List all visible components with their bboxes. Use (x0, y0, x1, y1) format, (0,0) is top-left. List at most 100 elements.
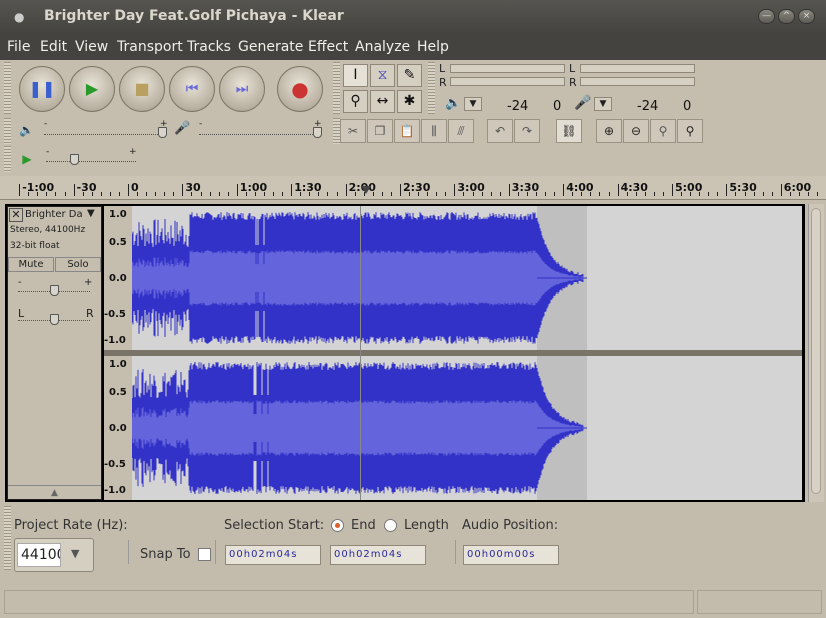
toolbar-grip[interactable] (4, 62, 11, 114)
track-menu-arrow-icon[interactable]: ▼ (87, 208, 95, 219)
toolbar-grip[interactable] (4, 506, 11, 570)
status-bar (0, 588, 826, 618)
ruler-minor-tick (110, 192, 111, 196)
menu-tracks[interactable]: Tracks (187, 39, 231, 55)
window-title: Brighter Day Feat.Golf Pichaya - Klear (44, 8, 344, 24)
scrollbar-thumb[interactable] (811, 208, 821, 494)
selection-end-time[interactable]: 00h02m04s (330, 545, 426, 565)
undo-button[interactable]: ↶ (487, 119, 513, 143)
zoom-tool[interactable]: ⚲ (343, 90, 368, 113)
input-volume-slider[interactable] (199, 134, 321, 135)
trim-icon: ⫼ (431, 124, 437, 138)
ruler-minor-tick (427, 192, 428, 196)
toolbar-grip[interactable] (333, 118, 340, 144)
toolbar-grip[interactable] (4, 146, 11, 172)
play-at-speed-button[interactable]: ▶ (14, 147, 40, 171)
collapse-track-button[interactable]: ▲ (8, 485, 101, 499)
play-speed-slider[interactable] (46, 161, 136, 162)
menu-view[interactable]: View (75, 39, 108, 55)
envelope-tool[interactable]: ⧖ (370, 64, 395, 87)
scale-label: -0.5 (104, 459, 126, 470)
meter-scale: -24 (637, 99, 659, 114)
sync-lock-button[interactable]: ⛓ (556, 119, 582, 143)
pause-button[interactable]: ❚❚ (19, 66, 65, 112)
toolbar-grip[interactable] (333, 62, 340, 114)
multi-tool-icon: ✱ (403, 93, 416, 109)
fit-project-button[interactable]: ⚲ (677, 119, 703, 143)
output-volume-thumb[interactable] (158, 127, 167, 138)
menu-help[interactable]: Help (417, 39, 449, 55)
close-button[interactable]: × (798, 9, 815, 24)
end-radio[interactable] (331, 519, 344, 532)
record-meter-left (580, 64, 695, 73)
play-head-marker[interactable] (361, 186, 371, 194)
project-rate-input[interactable]: 44100 (17, 543, 61, 567)
length-radio[interactable] (384, 519, 397, 532)
slider-min: - (46, 147, 50, 157)
zoom-in-button[interactable]: ⊕ (596, 119, 622, 143)
audio-position-time[interactable]: 00h00m00s (463, 545, 559, 565)
project-rate-combo[interactable]: 44100 ▼ (14, 538, 94, 572)
paste-icon: 📋 (399, 124, 415, 138)
skip-start-button[interactable]: ⏮ (169, 66, 215, 112)
skip-end-button[interactable]: ⏭ (219, 66, 265, 112)
menu-analyze[interactable]: Analyze (355, 39, 410, 55)
ruler-tick (237, 184, 238, 196)
microphone-icon[interactable]: 🎤 (574, 95, 591, 111)
track-close-button[interactable]: ✕ (9, 208, 23, 222)
selection-start-time[interactable]: 00h02m04s (225, 545, 321, 565)
fit-project-icon: ⚲ (685, 124, 695, 138)
menu-transport[interactable]: Transport (117, 39, 183, 55)
menu-edit[interactable]: Edit (40, 39, 67, 55)
trim-button[interactable]: ⫼ (421, 119, 447, 143)
redo-button[interactable]: ↷ (514, 119, 540, 143)
dropdown-arrow-icon[interactable]: ▼ (71, 547, 79, 560)
mute-button[interactable]: Mute (8, 257, 54, 272)
vertical-scrollbar[interactable] (808, 204, 824, 502)
speaker-icon[interactable]: 🔈 (445, 96, 461, 111)
ruler-minor-tick (219, 192, 220, 196)
input-volume-thumb[interactable] (313, 127, 322, 138)
minimize-button[interactable]: — (758, 9, 775, 24)
meter-scale: 0 (683, 99, 692, 114)
ruler-minor-tick (173, 192, 174, 196)
fit-selection-button[interactable]: ⚲ (650, 119, 676, 143)
draw-tool[interactable]: ✎ (397, 64, 422, 87)
ruler-minor-tick (690, 192, 691, 196)
waveform-left-channel[interactable] (131, 206, 802, 350)
silence-button[interactable]: ⫻ (448, 119, 474, 143)
copy-button[interactable]: ❐ (367, 119, 393, 143)
waveform-right-channel[interactable] (131, 356, 802, 500)
solo-button[interactable]: Solo (55, 257, 101, 272)
record-button[interactable]: ● (277, 66, 323, 112)
ruler-minor-tick (545, 192, 546, 196)
play-icon: ▶ (22, 152, 32, 166)
zoom-out-button[interactable]: ⊖ (623, 119, 649, 143)
menu-file[interactable]: File (7, 39, 30, 55)
cut-button[interactable]: ✂ (340, 119, 366, 143)
menu-effect[interactable]: Effect (308, 39, 348, 55)
magnifier-icon: ⚲ (350, 93, 361, 109)
paste-button[interactable]: 📋 (394, 119, 420, 143)
selection-tool[interactable]: I (343, 64, 368, 87)
ruler-minor-tick (300, 192, 301, 196)
maximize-button[interactable]: ^ (778, 9, 795, 24)
toolbar-grip[interactable] (4, 118, 11, 144)
play-speed-thumb[interactable] (70, 154, 79, 165)
ruler-minor-tick (745, 192, 746, 196)
toolbar-grip[interactable] (428, 62, 435, 114)
ruler-minor-tick (436, 192, 437, 196)
gain-thumb[interactable] (50, 285, 59, 296)
snap-to-checkbox[interactable] (198, 548, 211, 561)
output-volume-slider[interactable] (44, 134, 166, 135)
ruler-tick (182, 184, 183, 196)
play-button[interactable]: ▶ (69, 66, 115, 112)
playback-meter-menu[interactable]: ▼ (464, 97, 482, 111)
multi-tool[interactable]: ✱ (397, 90, 422, 113)
menu-generate[interactable]: Generate (238, 39, 303, 55)
timeshift-tool[interactable]: ↔ (370, 90, 395, 113)
stop-button[interactable]: ■ (119, 66, 165, 112)
pan-left: L (18, 307, 25, 320)
pan-thumb[interactable] (50, 314, 59, 325)
record-meter-menu[interactable]: ▼ (594, 97, 612, 111)
